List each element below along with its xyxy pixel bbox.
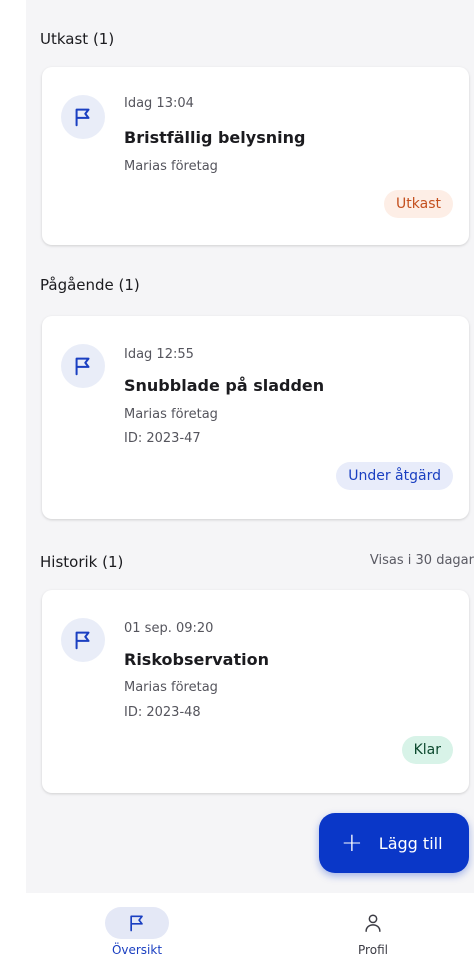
report-card-ongoing[interactable]: Idag 12:55 Snubblade på sladden Marias f…: [42, 316, 469, 519]
report-time: 01 sep. 09:20: [124, 621, 214, 636]
report-title: Bristfällig belysning: [124, 128, 306, 147]
flag-icon: [130, 915, 143, 932]
report-company: Marias företag: [124, 159, 218, 174]
plus-icon: +: [341, 828, 363, 858]
section-title-ongoing: Pågående (1): [40, 276, 140, 294]
app-screen: Utkast (1) Idag 13:04 Bristfällig belysn…: [0, 0, 474, 963]
nav-label-profile: Profil: [358, 943, 388, 957]
overview-list[interactable]: Utkast (1) Idag 13:04 Bristfällig belysn…: [26, 0, 474, 893]
nav-icon-container: [341, 907, 405, 939]
person-icon: [365, 914, 381, 932]
report-id: ID: 2023-47: [124, 431, 201, 446]
report-id: ID: 2023-48: [124, 705, 201, 720]
flag-icon: [61, 618, 105, 662]
report-time: Idag 13:04: [124, 96, 194, 111]
report-company: Marias företag: [124, 680, 218, 695]
history-retention-note: Visas i 30 dagar: [369, 553, 474, 568]
report-card-history[interactable]: 01 sep. 09:20 Riskobservation Marias för…: [42, 590, 469, 793]
report-title: Snubblade på sladden: [124, 376, 325, 395]
flag-icon: [61, 344, 105, 388]
report-card-draft[interactable]: Idag 13:04 Bristfällig belysning Marias …: [42, 67, 469, 245]
nav-item-overview[interactable]: Översikt: [77, 907, 197, 957]
status-badge: Under åtgärd: [336, 462, 453, 490]
report-title: Riskobservation: [124, 650, 269, 669]
report-time: Idag 12:55: [124, 347, 194, 362]
add-report-button[interactable]: + Lägg till: [319, 813, 469, 873]
section-title-drafts: Utkast (1): [40, 30, 115, 48]
nav-active-indicator: [105, 907, 169, 939]
report-company: Marias företag: [124, 407, 218, 422]
nav-item-profile[interactable]: Profil: [313, 907, 433, 957]
status-badge: Utkast: [384, 190, 453, 218]
flag-icon: [61, 95, 105, 139]
nav-label-overview: Översikt: [111, 943, 163, 957]
bottom-navigation: Översikt Profil: [0, 893, 474, 963]
status-badge: Klar: [401, 736, 453, 764]
add-report-label: Lägg till: [378, 833, 443, 853]
section-title-history: Historik (1): [40, 553, 124, 571]
